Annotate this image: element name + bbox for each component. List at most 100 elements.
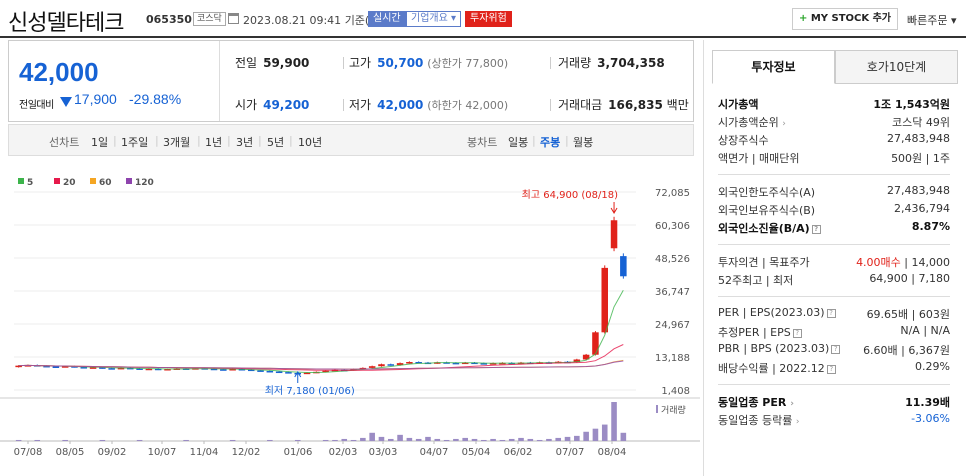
est-per-row: 추정PER | EPS? N/A | N/A [718, 324, 950, 339]
legend-label: 60 [99, 178, 112, 188]
period-1w[interactable]: 1주일 [121, 134, 148, 150]
legend-swatch [18, 178, 24, 184]
volume-bar [415, 438, 422, 441]
candle [387, 364, 395, 366]
market-tag: 코스닥 [193, 12, 226, 26]
quick-order-button[interactable]: 빠른주문 ▾ [907, 12, 957, 28]
volume-bar [564, 436, 571, 441]
x-tick-label: 12/02 [232, 447, 261, 458]
volume-bar [62, 439, 68, 441]
x-tick-label: 03/03 [369, 447, 398, 458]
volume-bar [387, 438, 394, 441]
legend-label: 5 [27, 178, 33, 188]
candle [592, 332, 599, 355]
info-tabs: 투자정보 호가10단계 [712, 50, 958, 84]
x-tick-label: 07/08 [14, 447, 43, 458]
min-price-annotation: 최저 7,180 (01/06) [265, 385, 355, 397]
volume-bar [378, 436, 385, 441]
change-percent: -29.88% [129, 91, 182, 107]
divider [718, 384, 950, 385]
tab-orderbook-10[interactable]: 호가10단계 [835, 50, 958, 84]
stock-chart-svg: 72,085 60,306 48,526 36,747 24,967 13,188 1,40… [0, 178, 700, 458]
volume-bar [34, 439, 41, 441]
price-panel: 42,000 전일대비 17,900 -29.88% 전일 59,900 고가 50… [8, 40, 694, 122]
divider [343, 57, 344, 69]
low-price: 저가 42,000 (하한가 42,000) [349, 98, 509, 112]
volume-bar [555, 437, 562, 441]
volume-bar [425, 436, 431, 441]
pbr-bps-row: PBR | BPS (2023.03)? 6.60배 | 6,367원 [718, 342, 950, 357]
y-tick-label: 24,967 [655, 320, 690, 331]
candle [285, 372, 292, 374]
volume-bar [341, 438, 348, 441]
change-value: 17,900 [74, 91, 117, 107]
stock-chart[interactable]: 72,085 60,306 48,526 36,747 24,967 13,188 1,40… [0, 158, 700, 476]
volume-bar [546, 438, 552, 441]
candle [220, 369, 227, 371]
period-1d[interactable]: 1일 [91, 134, 108, 150]
line-chart-label: 선차트 [49, 136, 80, 149]
period-1y[interactable]: 1년 [205, 134, 222, 150]
plus-icon: + [798, 13, 808, 24]
investment-risk-badge[interactable]: 투자위험 [465, 11, 512, 27]
candle [257, 370, 264, 372]
candle [601, 267, 608, 333]
volume-bar [481, 439, 487, 441]
candle-daily[interactable]: 일봉 [508, 134, 528, 150]
volume-bar [267, 439, 273, 441]
x-tick-label: 10/07 [148, 447, 177, 458]
help-icon[interactable]: ? [831, 344, 841, 354]
volume-bar [229, 439, 236, 441]
volume-bar [434, 438, 441, 441]
sector-per-row[interactable]: 동일업종 PER › 11.39배 [718, 394, 950, 410]
y-tick-label: 13,188 [655, 353, 690, 364]
candle [610, 220, 618, 249]
open-price: 시가 49,200 [235, 98, 310, 112]
realtime-badge[interactable]: 실시간 [368, 11, 406, 27]
max-price-annotation: 최고 64,900 (08/18) [522, 189, 618, 201]
volume-bar [99, 439, 106, 441]
candle-weekly[interactable]: 주봉 [540, 134, 560, 150]
x-tick-label: 01/06 [284, 447, 313, 458]
volume-bar [527, 438, 534, 441]
legend-swatch [90, 178, 96, 184]
volume-bar [15, 439, 22, 441]
period-3m[interactable]: 3개월 [163, 134, 190, 150]
candle [266, 370, 274, 373]
y-tick-label: 1,408 [661, 386, 690, 397]
high-price: 고가 50,700 (상한가 77,800) [349, 56, 509, 70]
volume-bar [611, 402, 617, 441]
period-5y[interactable]: 5년 [267, 134, 284, 150]
volume-bar [583, 431, 589, 441]
volume-bar [471, 438, 478, 441]
help-icon[interactable]: ? [826, 364, 836, 374]
help-icon[interactable]: ? [792, 328, 802, 338]
candle-monthly[interactable]: 월봉 [573, 134, 593, 150]
market-cap-rank-row[interactable]: 시가총액순위 › 코스닥 49위 [718, 114, 950, 130]
help-icon[interactable]: ? [811, 224, 821, 234]
legend-label: 120 [135, 178, 154, 188]
foreign-limit-row: 외국인한도주식수(A) 27,483,948 [718, 184, 950, 199]
52week-row: 52주최고 | 최저 64,900 | 7,180 [718, 272, 950, 287]
legend-swatch [126, 178, 132, 184]
period-bar: 선차트 1일 | 1주일 | 3개월 | 1년 | 3년 | 5년 | 10년 … [8, 124, 694, 156]
investment-info-panel: 투자정보 호가10단계 시가총액 1조 1,543억원 시가총액순위 › 코스닥 4… [712, 40, 958, 476]
period-10y[interactable]: 10년 [298, 134, 322, 150]
period-3y[interactable]: 3년 [236, 134, 253, 150]
help-icon[interactable]: ? [826, 308, 836, 318]
volume-legend-swatch [656, 405, 658, 413]
x-tick-label: 02/03 [329, 447, 358, 458]
divider [219, 41, 220, 121]
company-overview-button[interactable]: 기업개요 ▾ [406, 11, 462, 27]
tab-investment-info[interactable]: 투자정보 [712, 50, 835, 84]
add-mystock-button[interactable]: + MY STOCK 추가 [792, 8, 898, 30]
y-tick-label: 36,747 [655, 287, 690, 298]
volume-bar [360, 437, 366, 441]
candle [620, 256, 627, 277]
sector-change-row[interactable]: 동일업종 등락률 › -3.06% [718, 412, 950, 428]
volume-bar [536, 439, 543, 441]
x-tick-label: 08/04 [598, 447, 627, 458]
volume-bar [518, 437, 524, 441]
candle [368, 366, 376, 368]
company-name: 신성델타테크 [8, 11, 124, 36]
